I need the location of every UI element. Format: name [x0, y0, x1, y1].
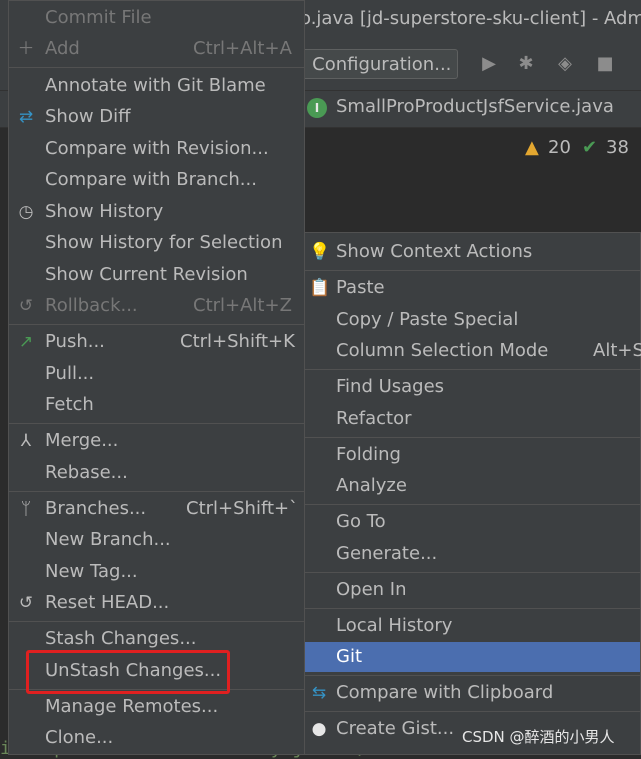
menu-separator	[9, 491, 304, 492]
menu-item-show-context-actions[interactable]: 💡 Show Context Actions	[305, 237, 640, 267]
run-icon[interactable]: ▶	[479, 54, 499, 74]
menu-item-manage-remotes[interactable]: Manage Remotes...	[9, 692, 304, 722]
branch-icon: ᛘ	[20, 499, 32, 519]
menu-item-clone[interactable]: Clone...	[9, 723, 304, 753]
diff-icon: ⇄	[18, 107, 34, 127]
compare-clipboard-icon: ⇆	[311, 683, 327, 703]
menu-separator	[305, 437, 640, 438]
warning-icon[interactable]: ▲	[525, 137, 539, 158]
check-icon[interactable]: ✔	[582, 137, 597, 158]
run-configuration-label: d Configuration...	[295, 54, 452, 75]
menu-separator	[305, 711, 640, 712]
menu-item-commit-file[interactable]: Commit File	[9, 3, 304, 33]
warnings-count[interactable]: 20	[548, 137, 571, 158]
coverage-icon[interactable]: ◈	[555, 54, 575, 74]
menu-item-show-history[interactable]: ◷ Show History	[9, 197, 304, 227]
menu-separator	[305, 504, 640, 505]
menu-item-rebase[interactable]: Rebase...	[9, 458, 304, 488]
menu-item-branches[interactable]: ᛘ Branches... Ctrl+Shift+`	[9, 494, 304, 524]
highlight-box	[26, 650, 230, 694]
github-icon: ●	[311, 719, 327, 739]
clock-icon: ◷	[18, 202, 34, 222]
menu-item-analyze[interactable]: Analyze	[305, 471, 640, 501]
menu-item-new-tag[interactable]: New Tag...	[9, 557, 304, 587]
watermark: CSDN @醉酒的小男人	[462, 728, 615, 746]
git-submenu: Commit File ＋ Add Ctrl+Alt+A Annotate wi…	[8, 0, 305, 755]
menu-item-pull[interactable]: Pull...	[9, 359, 304, 389]
menu-separator	[9, 621, 304, 622]
menu-item-compare-clipboard[interactable]: ⇆ Compare with Clipboard	[305, 678, 640, 708]
editor-tab-label[interactable]: SmallProProductJsfService.java	[336, 96, 614, 117]
menu-item-show-history-selection[interactable]: Show History for Selection	[9, 228, 304, 258]
rollback-icon: ↺	[18, 296, 34, 316]
menu-item-local-history[interactable]: Local History	[305, 611, 640, 641]
menu-separator	[305, 572, 640, 573]
menu-separator	[9, 67, 304, 68]
menu-separator	[305, 608, 640, 609]
menu-item-fetch[interactable]: Fetch	[9, 390, 304, 420]
menu-item-rollback[interactable]: ↺ Rollback... Ctrl+Alt+Z	[9, 291, 304, 321]
menu-separator	[9, 324, 304, 325]
menu-separator	[305, 675, 640, 676]
menu-separator	[305, 270, 640, 271]
menu-item-push[interactable]: ↗ Push... Ctrl+Shift+K	[9, 327, 304, 357]
menu-item-show-diff[interactable]: ⇄ Show Diff	[9, 102, 304, 132]
menu-separator	[305, 369, 640, 370]
menu-item-git[interactable]: Git	[305, 642, 640, 672]
push-arrow-icon: ↗	[18, 332, 34, 352]
menu-item-open-in[interactable]: Open In	[305, 575, 640, 605]
menu-item-paste[interactable]: 📋 Paste	[305, 273, 640, 303]
reset-icon: ↺	[18, 593, 34, 613]
menu-item-annotate[interactable]: Annotate with Git Blame	[9, 71, 304, 101]
menu-item-refactor[interactable]: Refactor	[305, 404, 640, 434]
menu-separator	[9, 423, 304, 424]
menu-item-find-usages[interactable]: Find Usages	[305, 372, 640, 402]
debug-icon[interactable]: ✱	[516, 54, 536, 74]
menu-item-compare-revision[interactable]: Compare with Revision...	[9, 134, 304, 164]
clipboard-icon: 📋	[309, 278, 331, 298]
editor-context-menu: 💡 Show Context Actions 📋 Paste Copy / Pa…	[304, 232, 641, 755]
merge-icon: ⅄	[20, 431, 32, 451]
menu-item-merge[interactable]: ⅄ Merge...	[9, 426, 304, 456]
menu-item-compare-branch[interactable]: Compare with Branch...	[9, 165, 304, 195]
menu-item-show-current-revision[interactable]: Show Current Revision	[9, 260, 304, 290]
menu-item-go-to[interactable]: Go To	[305, 507, 640, 537]
menu-item-new-branch[interactable]: New Branch...	[9, 525, 304, 555]
menu-item-copy-paste-special[interactable]: Copy / Paste Special	[305, 305, 640, 335]
menu-item-reset-head[interactable]: ↺ Reset HEAD...	[9, 588, 304, 618]
stop-icon[interactable]: ■	[595, 54, 615, 74]
menu-item-generate[interactable]: Generate...	[305, 539, 640, 569]
menu-item-add[interactable]: ＋ Add Ctrl+Alt+A	[9, 34, 304, 64]
menu-item-folding[interactable]: Folding	[305, 440, 640, 470]
ok-count[interactable]: 38	[606, 137, 629, 158]
lightbulb-icon: 💡	[309, 242, 331, 262]
window-title: o.java [jd-superstore-sku-client] - Adm	[300, 8, 641, 29]
interface-file-icon: I	[307, 98, 327, 118]
plus-icon: ＋	[17, 39, 35, 59]
menu-item-column-selection[interactable]: Column Selection Mode Alt+S	[305, 336, 641, 366]
